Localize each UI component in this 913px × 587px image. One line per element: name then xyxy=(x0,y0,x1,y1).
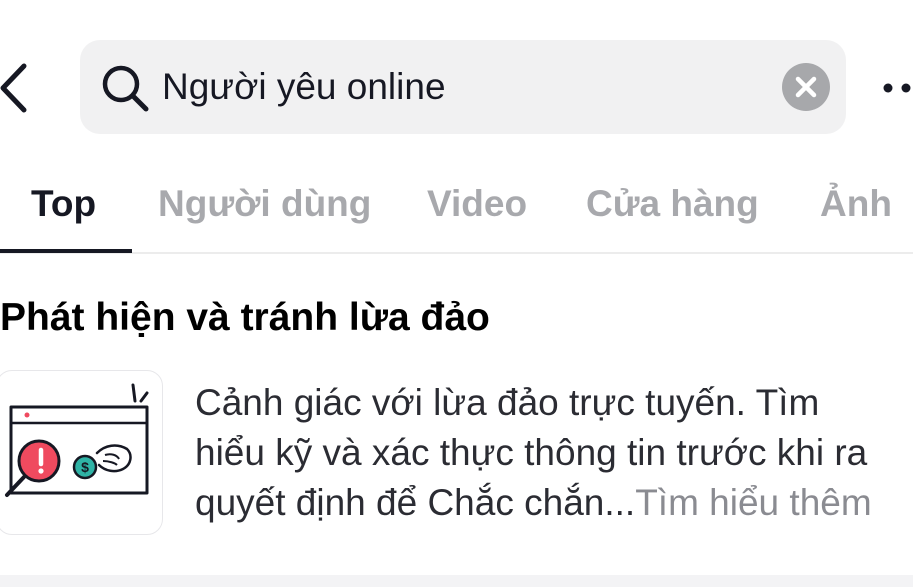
tab-photos[interactable]: Ảnh xyxy=(820,180,892,228)
description-line-text: quyết định để Chắc chắn... xyxy=(195,482,636,523)
scam-notice-description: Cảnh giác với lừa đảo trực tuyến. Tìm hi… xyxy=(195,378,913,528)
section-title: Phát hiện và tránh lừa đảo xyxy=(0,296,490,339)
search-input[interactable] xyxy=(162,62,762,112)
active-tab-indicator xyxy=(0,249,132,253)
close-icon xyxy=(795,76,817,98)
back-button[interactable] xyxy=(0,62,32,114)
tab-top[interactable]: Top xyxy=(31,180,96,228)
tab-video[interactable]: Video xyxy=(427,180,527,228)
search-icon xyxy=(102,65,149,112)
tab-users[interactable]: Người dùng xyxy=(158,180,371,228)
section-divider xyxy=(0,575,913,587)
scam-notice-thumbnail[interactable]: $ xyxy=(0,370,163,535)
scam-warning-illustration-icon: $ xyxy=(5,383,149,497)
description-line: Cảnh giác với lừa đảo trực tuyến. Tìm xyxy=(195,382,820,423)
svg-text:$: $ xyxy=(81,459,89,475)
description-line: hiểu kỹ và xác thực thông tin trước khi … xyxy=(195,432,868,473)
clear-search-button[interactable] xyxy=(782,63,830,111)
description-line-last: quyết định để Chắc chắn...Tìm hiểu thêm xyxy=(195,478,913,528)
search-tabs: Top Người dùng Video Cửa hàng Ảnh xyxy=(0,160,913,254)
tab-shop[interactable]: Cửa hàng xyxy=(586,180,759,228)
search-bar[interactable] xyxy=(80,40,846,134)
more-options-button[interactable] xyxy=(880,80,913,96)
learn-more-link[interactable]: Tìm hiểu thêm xyxy=(635,482,871,523)
more-horizontal-icon xyxy=(883,83,911,93)
chevron-left-icon xyxy=(0,63,27,113)
